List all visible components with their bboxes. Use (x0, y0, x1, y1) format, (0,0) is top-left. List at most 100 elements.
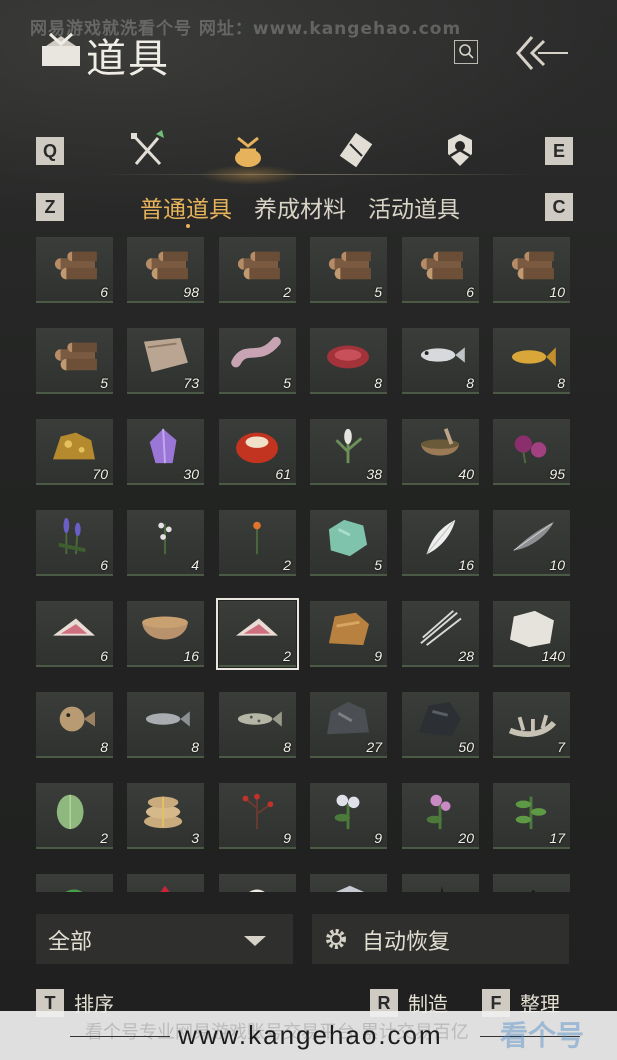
black-fragment-icon (531, 889, 536, 892)
white-feather-icon (426, 519, 456, 555)
inventory-slot[interactable]: 6 (36, 601, 113, 667)
item-count: 5 (283, 375, 291, 391)
inventory-slot[interactable]: 7 (493, 692, 570, 758)
inventory-slot[interactable]: 8 (402, 328, 479, 394)
watermark-rule-left (70, 1036, 170, 1037)
inventory-slot[interactable]: 3 (127, 783, 204, 849)
inventory-slot[interactable]: 30 (127, 419, 204, 485)
subtab-event-items[interactable]: 活动道具 (368, 190, 460, 224)
inventory-slot[interactable]: 2 (219, 510, 296, 576)
white-blossom-icon (249, 889, 265, 892)
inventory-slot[interactable]: 6 (402, 237, 479, 303)
inventory-slot[interactable]: 20 (402, 783, 479, 849)
inventory-slot[interactable]: 17 (493, 783, 570, 849)
inventory-slot[interactable]: 5 (219, 328, 296, 394)
item-count: 6 (100, 557, 108, 573)
subtab-growth-materials[interactable]: 养成材料 (254, 190, 346, 224)
gear-icon (326, 929, 346, 949)
inventory-slot[interactable]: 8 (310, 328, 387, 394)
inventory-slot[interactable] (127, 874, 204, 892)
wood-logs-icon (54, 342, 97, 371)
inventory-slot[interactable]: 38 (310, 419, 387, 485)
item-count: 5 (374, 557, 382, 573)
search-button[interactable] (454, 40, 478, 64)
inventory-slot[interactable]: 9 (219, 783, 296, 849)
item-count: 140 (541, 648, 565, 664)
pouch-icon[interactable] (228, 130, 268, 170)
wood-logs-icon (145, 251, 188, 280)
mortar-bowl-icon (420, 428, 460, 456)
item-count: 8 (100, 739, 108, 755)
fish-icon (420, 347, 465, 363)
inventory-slot[interactable]: 140 (493, 601, 570, 667)
inventory-slot[interactable] (402, 874, 479, 892)
green-herb-icon (515, 796, 547, 830)
double-chevron-left-icon[interactable] (512, 33, 570, 73)
inventory-slot[interactable]: 8 (127, 692, 204, 758)
inventory-slot[interactable]: 9 (310, 783, 387, 849)
inventory-slot[interactable]: 4 (127, 510, 204, 576)
badge-icon[interactable] (440, 130, 480, 170)
dark-feather-icon (513, 521, 554, 551)
filter-dropdown[interactable]: 全部 (36, 914, 293, 964)
tab-next-key[interactable]: E (545, 137, 573, 165)
item-count: 17 (549, 830, 565, 846)
inventory-slot[interactable]: 2 (36, 783, 113, 849)
fur-pelt-icon (328, 612, 369, 646)
inventory-slot[interactable]: 5 (310, 510, 387, 576)
inventory-slot[interactable] (219, 874, 296, 892)
inventory-slot[interactable]: 73 (127, 328, 204, 394)
iron-ore-icon (327, 701, 369, 735)
inventory-slot[interactable] (310, 874, 387, 892)
inventory-slot[interactable]: 10 (493, 510, 570, 576)
item-count: 40 (458, 466, 474, 482)
inventory-slot[interactable]: 10 (493, 237, 570, 303)
inventory-slot[interactable]: 98 (127, 237, 204, 303)
item-count: 30 (183, 466, 199, 482)
inventory-slot[interactable]: 8 (219, 692, 296, 758)
item-count: 5 (374, 284, 382, 300)
scroll-icon[interactable] (336, 130, 376, 170)
inventory-slot[interactable]: 61 (219, 419, 296, 485)
wood-logs-icon (237, 251, 280, 280)
inventory-slot[interactable]: 28 (402, 601, 479, 667)
inventory-slot[interactable]: 40 (402, 419, 479, 485)
inventory-slot[interactable] (493, 874, 570, 892)
inventory-slot[interactable] (36, 874, 113, 892)
chevron-down-icon (244, 936, 266, 946)
subtab-prev-key[interactable]: Z (36, 193, 64, 221)
subtab-general-items[interactable]: 普通道具 (140, 190, 232, 224)
item-count: 2 (100, 830, 108, 846)
inventory-slot[interactable]: 2 (219, 237, 296, 303)
inventory-slot[interactable]: 70 (36, 419, 113, 485)
inventory-slot[interactable]: 16 (402, 510, 479, 576)
inventory-slot[interactable]: 6 (36, 237, 113, 303)
inventory-slot[interactable]: 8 (36, 692, 113, 758)
item-count: 28 (458, 648, 474, 664)
inventory-slot[interactable]: 8 (493, 328, 570, 394)
watermark-logo: 看个号 (500, 1019, 585, 1052)
item-count: 73 (183, 375, 199, 391)
inventory-slot[interactable]: 9 (310, 601, 387, 667)
inventory-slot[interactable]: 5 (310, 237, 387, 303)
purple-flower-icon (514, 435, 547, 464)
item-count: 38 (366, 466, 382, 482)
inventory-slot[interactable]: 50 (402, 692, 479, 758)
bone-icon (508, 714, 557, 737)
crossed-swords-icon[interactable] (128, 130, 168, 170)
inventory-slot[interactable]: 27 (310, 692, 387, 758)
inventory-slot[interactable]: 5 (36, 328, 113, 394)
inventory-slot[interactable]: 2 (216, 598, 299, 670)
auto-restore-button[interactable]: 自动恢复 (312, 914, 569, 964)
tab-prev-key[interactable]: Q (36, 137, 64, 165)
gold-ore-icon (53, 432, 95, 460)
red-crystal-icon (160, 885, 170, 892)
wood-logs-icon (511, 251, 554, 280)
inventory-slot[interactable]: 95 (493, 419, 570, 485)
bag-emblem-icon (42, 32, 80, 66)
inventory-slot[interactable]: 6 (36, 510, 113, 576)
inventory-slot[interactable]: 16 (127, 601, 204, 667)
page-title: 道具 (86, 36, 170, 82)
subtab-next-key[interactable]: C (545, 193, 573, 221)
item-count: 10 (549, 557, 565, 573)
